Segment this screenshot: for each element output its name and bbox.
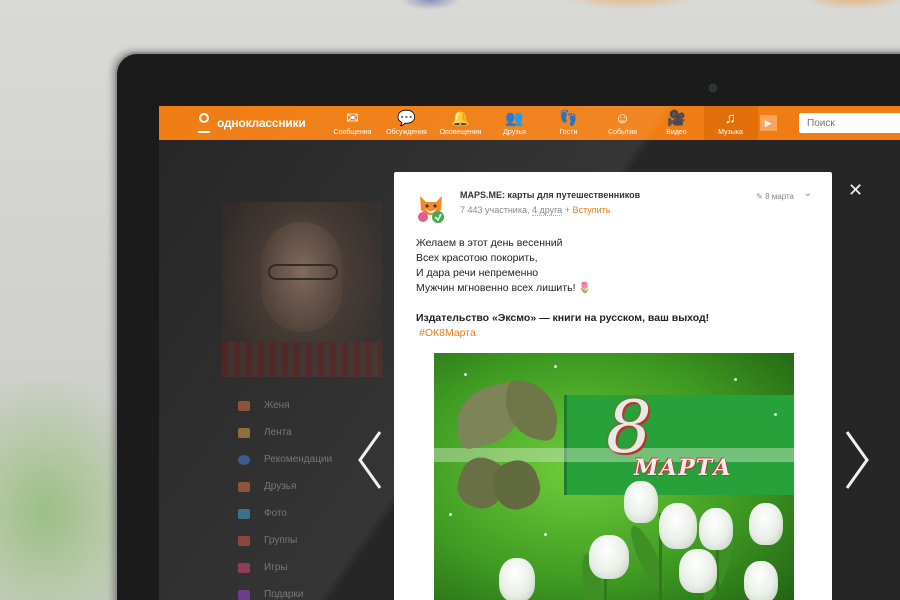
sidebar-item-label: Фото — [264, 508, 287, 519]
nav-label: Видео — [666, 128, 687, 136]
sidebar-item-label: Группы — [264, 535, 298, 546]
sidebar-item-gifts[interactable]: Подарки — [222, 581, 382, 600]
nav-label: Оповещения — [439, 128, 482, 136]
date-label: 8 марта — [765, 192, 794, 201]
post-modal: MAPS.ME: карты для путешественников 7 44… — [394, 172, 832, 600]
sidebar-item-groups[interactable]: Группы — [222, 527, 382, 554]
poem-line: Мужчин мгновенно всех лишить! 🌷 — [416, 281, 816, 296]
nav-notifications[interactable]: 🔔 Оповещения — [434, 106, 488, 140]
nav-label: Обсуждения — [386, 128, 427, 136]
poem-line: И дара речи непременно — [416, 267, 539, 279]
join-button[interactable]: + Вступить — [565, 205, 611, 215]
next-arrow-icon[interactable] — [843, 430, 871, 490]
hashtag-link[interactable]: #ОК8Марта — [419, 327, 476, 339]
post-header: MAPS.ME: карты для путешественников 7 44… — [414, 188, 814, 228]
poem-line: Желаем в этот день весенний — [416, 237, 563, 249]
join-label: Вступить — [572, 205, 611, 215]
nav-video[interactable]: 🎥 Видео — [650, 106, 704, 140]
sidebar-item-profile[interactable]: Женя — [222, 392, 382, 419]
friends-icon: 👥 — [505, 109, 524, 127]
chat-bubbles-icon: 💬 — [397, 109, 416, 127]
user-icon — [238, 400, 250, 411]
photo-icon — [238, 508, 250, 519]
group-name-link[interactable]: MAPS.ME: карты для путешественников — [460, 190, 640, 200]
background-blur — [400, 0, 460, 10]
post-body: Желаем в этот день весенний Всех красото… — [416, 236, 816, 341]
top-toolbar: одноклассники ✉ Сообщения 💬 Обсуждения 🔔… — [159, 106, 900, 140]
profile-photo[interactable] — [222, 202, 382, 377]
friends-icon — [238, 481, 250, 492]
search-input[interactable] — [799, 113, 900, 133]
ok-logo-icon — [197, 113, 211, 133]
bell-icon: 🔔 — [451, 109, 470, 127]
events-icon: ☺ — [614, 109, 631, 127]
music-note-icon: ♫ — [724, 109, 737, 127]
gamepad-icon — [238, 562, 250, 573]
nav-label: События — [608, 128, 637, 136]
previous-arrow-icon[interactable] — [356, 430, 384, 490]
nav-messages[interactable]: ✉ Сообщения — [326, 106, 380, 140]
play-icon[interactable]: ▶ — [759, 115, 777, 131]
webcam — [709, 84, 717, 92]
promo-text: Издательство «Эксмо» — книги на русском,… — [416, 312, 710, 324]
nav-friends[interactable]: 👥 Друзья — [488, 106, 542, 140]
nav-events[interactable]: ☺ События — [596, 106, 650, 140]
image-text-marta: МАРТА — [634, 455, 733, 481]
envelope-icon: ✉ — [346, 109, 359, 127]
post-date: ✎ 8 марта — [756, 192, 794, 201]
compass-icon — [238, 454, 250, 465]
sidebar-item-label: Игры — [264, 562, 288, 573]
close-icon[interactable]: ✕ — [848, 181, 863, 199]
sidebar-item-games[interactable]: Игры — [222, 554, 382, 581]
sidebar-menu: Женя Лента Рекомендации Друзья Фото Груп… — [222, 392, 382, 600]
post-image[interactable]: 8 МАРТА — [434, 353, 794, 600]
background-blur — [800, 0, 900, 10]
sidebar-item-label: Лента — [264, 427, 292, 438]
nav-music[interactable]: ♫ Музыка — [703, 106, 758, 140]
nav-label: Сообщения — [333, 128, 372, 136]
sidebar-item-label: Друзья — [264, 481, 297, 492]
sidebar-item-label: Рекомендации — [264, 454, 333, 465]
video-camera-icon: 🎥 — [667, 109, 686, 127]
ok-logo[interactable]: одноклассники — [197, 113, 314, 133]
friends-link[interactable]: 4 друга — [532, 205, 563, 216]
feed-icon — [238, 427, 250, 438]
nav-discussions[interactable]: 💬 Обсуждения — [380, 106, 434, 140]
tulip-emoji: 🌷 — [578, 282, 592, 294]
logo-text: одноклассники — [217, 116, 306, 130]
image-text-eight: 8 — [606, 385, 652, 469]
sidebar-item-label: Женя — [264, 400, 290, 411]
gift-icon — [238, 589, 250, 600]
groups-icon — [238, 535, 250, 546]
footprints-icon: 👣 — [559, 109, 578, 127]
nav-label: Музыка — [718, 128, 743, 136]
nav-label: Гости — [559, 128, 578, 136]
poem-line-text: Мужчин мгновенно всех лишить! — [416, 282, 576, 294]
background-blur — [560, 0, 700, 10]
group-avatar[interactable] — [414, 190, 448, 224]
nav-label: Друзья — [503, 128, 526, 136]
nav-guests[interactable]: 👣 Гости — [542, 106, 596, 140]
main-nav: ✉ Сообщения 💬 Обсуждения 🔔 Оповещения 👥 … — [326, 106, 758, 140]
sidebar-item-photos[interactable]: Фото — [222, 500, 382, 527]
pencil-icon: ✎ — [756, 192, 763, 201]
chevron-down-icon[interactable]: ⌄ — [804, 188, 812, 199]
sidebar-item-label: Подарки — [264, 589, 304, 600]
member-count: 7 443 участника, — [460, 205, 530, 215]
poem-line: Всех красотою покорить, — [416, 252, 538, 264]
group-meta: 7 443 участника, 4 друга + Вступить — [460, 205, 611, 216]
